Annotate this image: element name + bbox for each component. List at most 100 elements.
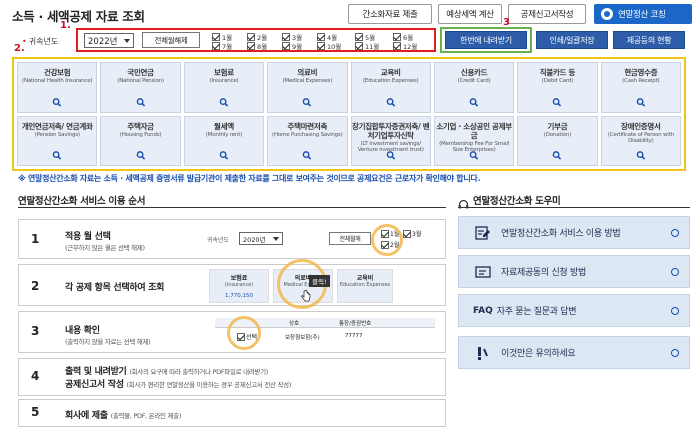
month-checkbox-9[interactable]: 9월 — [282, 41, 302, 51]
checkbox-icon — [282, 33, 290, 41]
category-sublabel: (Pension Savings) — [34, 131, 81, 138]
month-checkbox-7[interactable]: 7월 — [212, 41, 232, 51]
category-label: 개인연금저축/ 연금계좌 — [21, 121, 93, 131]
category-cell[interactable]: 소기업 · 소상공인 공제부금 (Membership Fee For Small… — [433, 115, 515, 166]
step-subtitle: (회사의 요구에 따라 출력하거나 PDF파일로 내려받기) — [129, 368, 269, 376]
mini-cell-sublabel: Education Expenses — [339, 282, 391, 288]
highlight-ring — [371, 224, 403, 256]
required-mark: • — [22, 37, 27, 46]
category-cell[interactable]: 의료비 (Medical Expenses) — [267, 62, 348, 113]
deselect-all-months-button[interactable]: 전체월해제 — [142, 32, 200, 48]
category-cell[interactable]: 기부금 (Donation) — [517, 115, 598, 166]
step-number: 1 — [31, 232, 40, 246]
category-cell[interactable]: 주택자금 (Housing Funds) — [100, 115, 181, 166]
category-sublabel: (Home Purchasing Savings) — [272, 131, 343, 138]
submit-simplified-data-button[interactable]: 간소화자료 제출 — [348, 4, 432, 24]
step-subtitle: (출력물, PDF, 온라인 제출) — [110, 412, 182, 420]
download-all-button[interactable]: 한번에 내려받기 — [445, 31, 527, 49]
search-icon — [52, 97, 62, 107]
checkbox-icon — [403, 229, 411, 238]
step-number: 5 — [31, 405, 40, 419]
search-icon — [636, 97, 645, 107]
coaching-icon — [601, 8, 613, 20]
search-icon — [469, 151, 479, 160]
notice-text: ※ 연말정산간소화 자료는 소득 · 세액공제 증명서류 발급기관이 제출한 자… — [18, 174, 481, 183]
search-icon — [469, 97, 479, 107]
category-label: 보험료 — [214, 68, 234, 77]
chevron-right-circle-icon — [671, 229, 679, 237]
category-label: 장기집합투자증권저축/ 벤처기업투자신탁 — [352, 121, 430, 140]
page-title: 소득 · 세액공제 자료 조회 — [12, 9, 145, 24]
provision-status-button[interactable]: 제공등의 현황 — [613, 31, 685, 49]
chevron-right-circle-icon — [671, 307, 679, 315]
step-title: 출력 및 내려받기 (회사의 요구에 따라 출력하거나 PDF파일로 내려받기) — [65, 367, 269, 377]
category-sublabel: (Education Expenses) — [362, 78, 419, 84]
mini-row-name: 보장형보험(주) — [285, 335, 320, 341]
category-cell[interactable]: 교육비 (Education Expenses) — [350, 62, 431, 113]
category-cell[interactable]: 현금영수증 (Cash Receipt) — [600, 62, 681, 113]
category-label: 건강보험 — [43, 68, 71, 77]
category-cell[interactable]: 주택마련저축 (Home Purchasing Savings) — [267, 115, 348, 166]
category-label: 의료비 — [297, 68, 318, 77]
mini-cell-amount: 1,770,150 — [225, 293, 253, 299]
step-subtitle: (근무하지 않은 월은 선택 해제) — [65, 244, 145, 252]
help-divider — [458, 207, 690, 208]
headset-icon — [458, 195, 469, 208]
month-checkbox-12[interactable]: 12월 — [393, 41, 417, 51]
help-usage-guide-button[interactable]: 연말정산간소화 서비스 이용 방법 — [458, 216, 690, 249]
category-label: 주택자금 — [127, 121, 154, 131]
step-title: 각 공제 항목 선택하여 조회 — [65, 283, 165, 293]
help-faq-button[interactable]: FAQ 자주 묻는 질문과 답변 — [458, 294, 690, 327]
category-cell[interactable]: 보험료 (Insurance) — [183, 62, 265, 113]
search-icon — [136, 97, 145, 107]
category-sublabel: (Debit Card) — [541, 78, 574, 84]
checkbox-icon — [317, 42, 325, 50]
checkbox-icon — [247, 42, 255, 50]
step-title-2: 공제신고서 작성 (회사가 편리한 연말정산을 이용하는 경우 공제신고서 전산… — [65, 380, 292, 390]
mini-cell-label: 교육비 — [356, 275, 374, 282]
estimate-tax-button[interactable]: 예상세액 계산 — [438, 4, 502, 24]
category-cell[interactable]: 장애인증명서 (Certificate of Person with Disabi… — [600, 115, 681, 166]
category-sublabel: (Credit Card) — [457, 78, 491, 84]
print-save-button[interactable]: 인쇄/일괄저장 — [536, 31, 608, 49]
guide-title: 연말정산간소화 서비스 이용 순서 — [18, 196, 146, 207]
category-label: 현금영수증 — [624, 68, 658, 77]
write-deduction-form-button[interactable]: 공제신고서작성 — [508, 4, 586, 24]
category-sublabel: (Donation) — [543, 131, 572, 138]
step-subtitle: (회사가 편리한 연말정산을 이용하는 경우 공제신고서 전산 작성) — [126, 381, 292, 389]
category-cell[interactable]: 건강보험 (National Health Insurance) — [17, 62, 98, 113]
month-checkbox-8[interactable]: 8월 — [247, 41, 267, 51]
mini-education-cell: 교육비 Education Expenses — [337, 269, 393, 303]
category-cell[interactable]: 월세액 (Monthly rent) — [183, 115, 265, 166]
year-select[interactable]: 2022년 — [84, 33, 134, 48]
hand-cursor-icon — [301, 287, 311, 302]
month-checkbox-11[interactable]: 11월 — [355, 41, 379, 51]
mini-cell-label: 보험료 — [230, 275, 248, 282]
help-consent-guide-button[interactable]: 자료제공동의 신청 방법 — [458, 255, 690, 288]
category-cell[interactable]: 개인연금저축/ 연금계좌 (Pension Savings) — [17, 115, 98, 166]
chevron-right-circle-icon — [671, 268, 679, 276]
id-card-icon — [473, 264, 493, 280]
step-number: 3 — [31, 324, 40, 338]
search-icon — [302, 97, 312, 107]
mini-insurance-cell: 보험료 (Insurance) 1,770,150 — [209, 269, 269, 303]
checkbox-icon — [282, 42, 290, 50]
checkbox-icon — [212, 33, 220, 41]
category-label: 장애인증명서 — [621, 121, 661, 131]
coaching-button[interactable]: 연말정산 코칭 — [594, 4, 692, 24]
step-number: 2 — [31, 279, 40, 293]
coaching-label: 연말정산 코칭 — [618, 10, 666, 20]
search-icon — [219, 97, 229, 107]
category-cell[interactable]: 신용카드 (Credit Card) — [433, 62, 515, 113]
search-icon — [136, 151, 145, 160]
category-sublabel: (National Pension) — [117, 78, 164, 84]
step-title: 내용 확인 — [65, 326, 100, 336]
category-cell[interactable]: 직불카드 등 (Debit Card) — [517, 62, 598, 113]
category-label: 신용카드 — [460, 68, 488, 77]
help-item-label: 이것만은 유의하세요 — [501, 349, 576, 359]
category-cell[interactable]: 장기집합투자증권저축/ 벤처기업투자신탁 (LT investment savin… — [350, 115, 431, 166]
step-title: 회사에 제출 (출력물, PDF, 온라인 제출) — [65, 411, 182, 421]
category-cell[interactable]: 국민연금 (National Pension) — [100, 62, 181, 113]
month-checkbox-10[interactable]: 10월 — [317, 41, 341, 51]
help-caution-button[interactable]: 이것만은 유의하세요 — [458, 336, 690, 369]
